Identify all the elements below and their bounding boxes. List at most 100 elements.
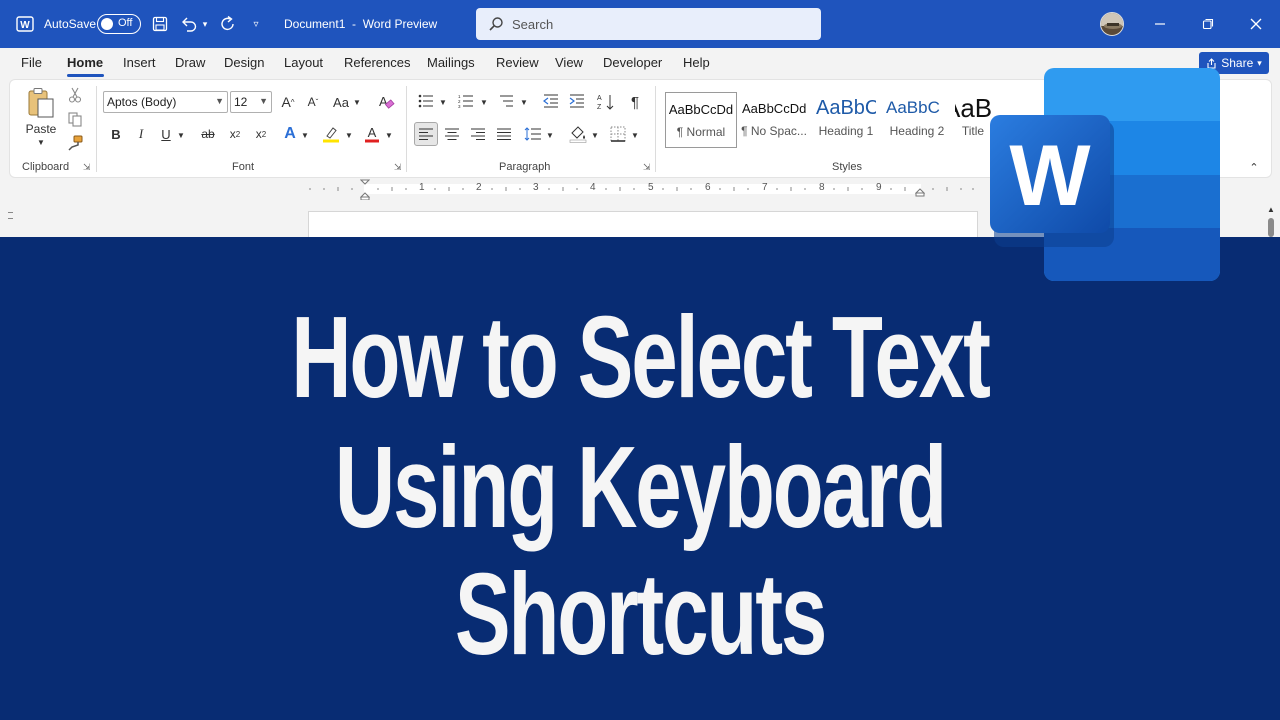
redo-icon[interactable]: [217, 0, 239, 48]
style-no-spacing[interactable]: AaBbCcDd ¶ No Spac...: [740, 92, 808, 148]
style-title[interactable]: AaB Title: [955, 92, 991, 148]
subscript-icon[interactable]: x2: [225, 124, 245, 144]
svg-text:Z: Z: [597, 104, 602, 111]
tab-developer[interactable]: Developer: [603, 55, 662, 70]
active-tab-indicator: [67, 74, 104, 77]
style-name: Heading 1: [818, 124, 874, 138]
tab-draw[interactable]: Draw: [175, 55, 205, 70]
justify-icon[interactable]: [494, 124, 514, 144]
save-icon[interactable]: [150, 0, 170, 48]
right-indent-marker-icon[interactable]: [914, 187, 926, 199]
vertical-ruler-mark: [8, 218, 13, 219]
font-color-icon[interactable]: A: [362, 123, 382, 145]
shrink-font-icon[interactable]: Aˇ: [303, 91, 323, 113]
font-color-dropdown-icon[interactable]: ▼: [384, 128, 394, 142]
undo-icon[interactable]: [178, 0, 200, 48]
cut-icon[interactable]: [66, 86, 84, 104]
tab-insert[interactable]: Insert: [123, 55, 156, 70]
paste-icon[interactable]: [24, 86, 58, 120]
tab-references[interactable]: References: [344, 55, 410, 70]
underline-dropdown-icon[interactable]: ▼: [176, 128, 186, 142]
svg-text:W: W: [20, 20, 30, 31]
tab-mailings[interactable]: Mailings: [427, 55, 475, 70]
align-left-icon[interactable]: [414, 122, 438, 146]
paste-dropdown-icon[interactable]: ▼: [34, 136, 48, 148]
tab-design[interactable]: Design: [224, 55, 264, 70]
decrease-indent-icon[interactable]: [541, 91, 561, 111]
font-dialog-launcher-icon[interactable]: ⇲: [394, 162, 402, 173]
font-name-combo[interactable]: Aptos (Body) ▼: [103, 91, 228, 113]
numbering-icon[interactable]: 123: [456, 91, 476, 111]
text-effects-icon[interactable]: A: [280, 123, 300, 145]
bullets-icon[interactable]: [416, 91, 436, 111]
banner-title-line-1: How to Select Text: [291, 292, 991, 422]
highlight-dropdown-icon[interactable]: ▼: [344, 128, 354, 142]
tab-layout[interactable]: Layout: [284, 55, 323, 70]
minimize-icon[interactable]: [1150, 0, 1170, 48]
bold-icon[interactable]: B: [107, 124, 125, 144]
restore-icon[interactable]: [1198, 0, 1218, 48]
search-box[interactable]: Search: [476, 8, 821, 40]
grow-font-icon[interactable]: A ^: [278, 91, 298, 113]
change-case-label[interactable]: Aa: [330, 91, 352, 113]
paragraph-dialog-launcher-icon[interactable]: ⇲: [643, 162, 651, 173]
paste-label[interactable]: Paste: [22, 121, 60, 137]
first-line-indent-marker-icon[interactable]: [359, 179, 371, 201]
style-heading-2[interactable]: AaBbC Heading 2: [883, 92, 951, 148]
superscript-icon[interactable]: x2: [251, 124, 271, 144]
autosave-toggle[interactable]: Off: [97, 14, 141, 34]
scroll-thumb[interactable]: [1268, 218, 1274, 237]
multilevel-dropdown-icon[interactable]: ▼: [519, 95, 529, 109]
title-bar: W AutoSave Off ▾ ▿ Document1 - Word Prev…: [0, 0, 1280, 48]
tab-view[interactable]: View: [555, 55, 583, 70]
search-icon: [488, 16, 504, 32]
user-avatar[interactable]: [1100, 12, 1124, 36]
change-case-dropdown-icon[interactable]: ▼: [352, 95, 362, 109]
align-right-icon[interactable]: [468, 124, 488, 144]
style-sample: AaBbC: [816, 96, 876, 119]
underline-icon[interactable]: U: [157, 124, 175, 144]
tab-file[interactable]: File: [21, 55, 42, 70]
ruler-number: 7: [762, 182, 768, 193]
clipboard-dialog-launcher-icon[interactable]: ⇲: [83, 162, 91, 173]
shading-icon[interactable]: [567, 123, 589, 145]
font-size-combo[interactable]: 12 ▼: [230, 91, 272, 113]
sort-icon[interactable]: AZ: [595, 91, 617, 113]
borders-icon[interactable]: [607, 123, 629, 145]
banner-title-line-2: Using Keyboard: [334, 422, 947, 552]
highlight-icon[interactable]: [320, 123, 342, 145]
tab-help[interactable]: Help: [683, 55, 710, 70]
borders-dropdown-icon[interactable]: ▼: [630, 128, 640, 142]
multilevel-list-icon[interactable]: [496, 91, 516, 111]
tab-home[interactable]: Home: [67, 55, 103, 70]
ruler-number: 1: [419, 182, 425, 193]
increase-indent-icon[interactable]: [567, 91, 587, 111]
text-effects-dropdown-icon[interactable]: ▼: [300, 128, 310, 142]
bullets-dropdown-icon[interactable]: ▼: [438, 95, 448, 109]
undo-dropdown-icon[interactable]: ▾: [200, 0, 210, 48]
customize-toolbar-icon[interactable]: ▿: [248, 0, 264, 48]
style-name: Heading 2: [889, 124, 945, 138]
align-center-icon[interactable]: [442, 124, 462, 144]
shading-dropdown-icon[interactable]: ▼: [590, 128, 600, 142]
collapse-ribbon-icon[interactable]: ⌃: [1246, 160, 1262, 174]
format-painter-icon[interactable]: [66, 134, 84, 152]
svg-text:A: A: [379, 94, 388, 109]
font-name-dropdown-icon: ▼: [215, 96, 224, 106]
svg-text:3: 3: [458, 104, 461, 108]
numbering-dropdown-icon[interactable]: ▼: [479, 95, 489, 109]
style-normal[interactable]: AaBbCcDd ¶ Normal: [665, 92, 737, 148]
show-formatting-marks-icon[interactable]: ¶: [625, 91, 645, 113]
vertical-scrollbar[interactable]: ▲: [1262, 200, 1280, 237]
scroll-up-icon[interactable]: ▲: [1266, 204, 1276, 214]
ruler-number: 9: [876, 182, 882, 193]
tab-review[interactable]: Review: [496, 55, 539, 70]
line-spacing-icon[interactable]: [522, 124, 544, 144]
line-spacing-dropdown-icon[interactable]: ▼: [545, 128, 555, 142]
strikethrough-icon[interactable]: ab: [198, 124, 218, 144]
close-icon[interactable]: [1246, 0, 1266, 48]
clear-formatting-icon[interactable]: A: [375, 91, 397, 113]
copy-icon[interactable]: [66, 110, 84, 128]
style-heading-1[interactable]: AaBbC Heading 1: [812, 92, 880, 148]
italic-icon[interactable]: I: [132, 124, 150, 144]
